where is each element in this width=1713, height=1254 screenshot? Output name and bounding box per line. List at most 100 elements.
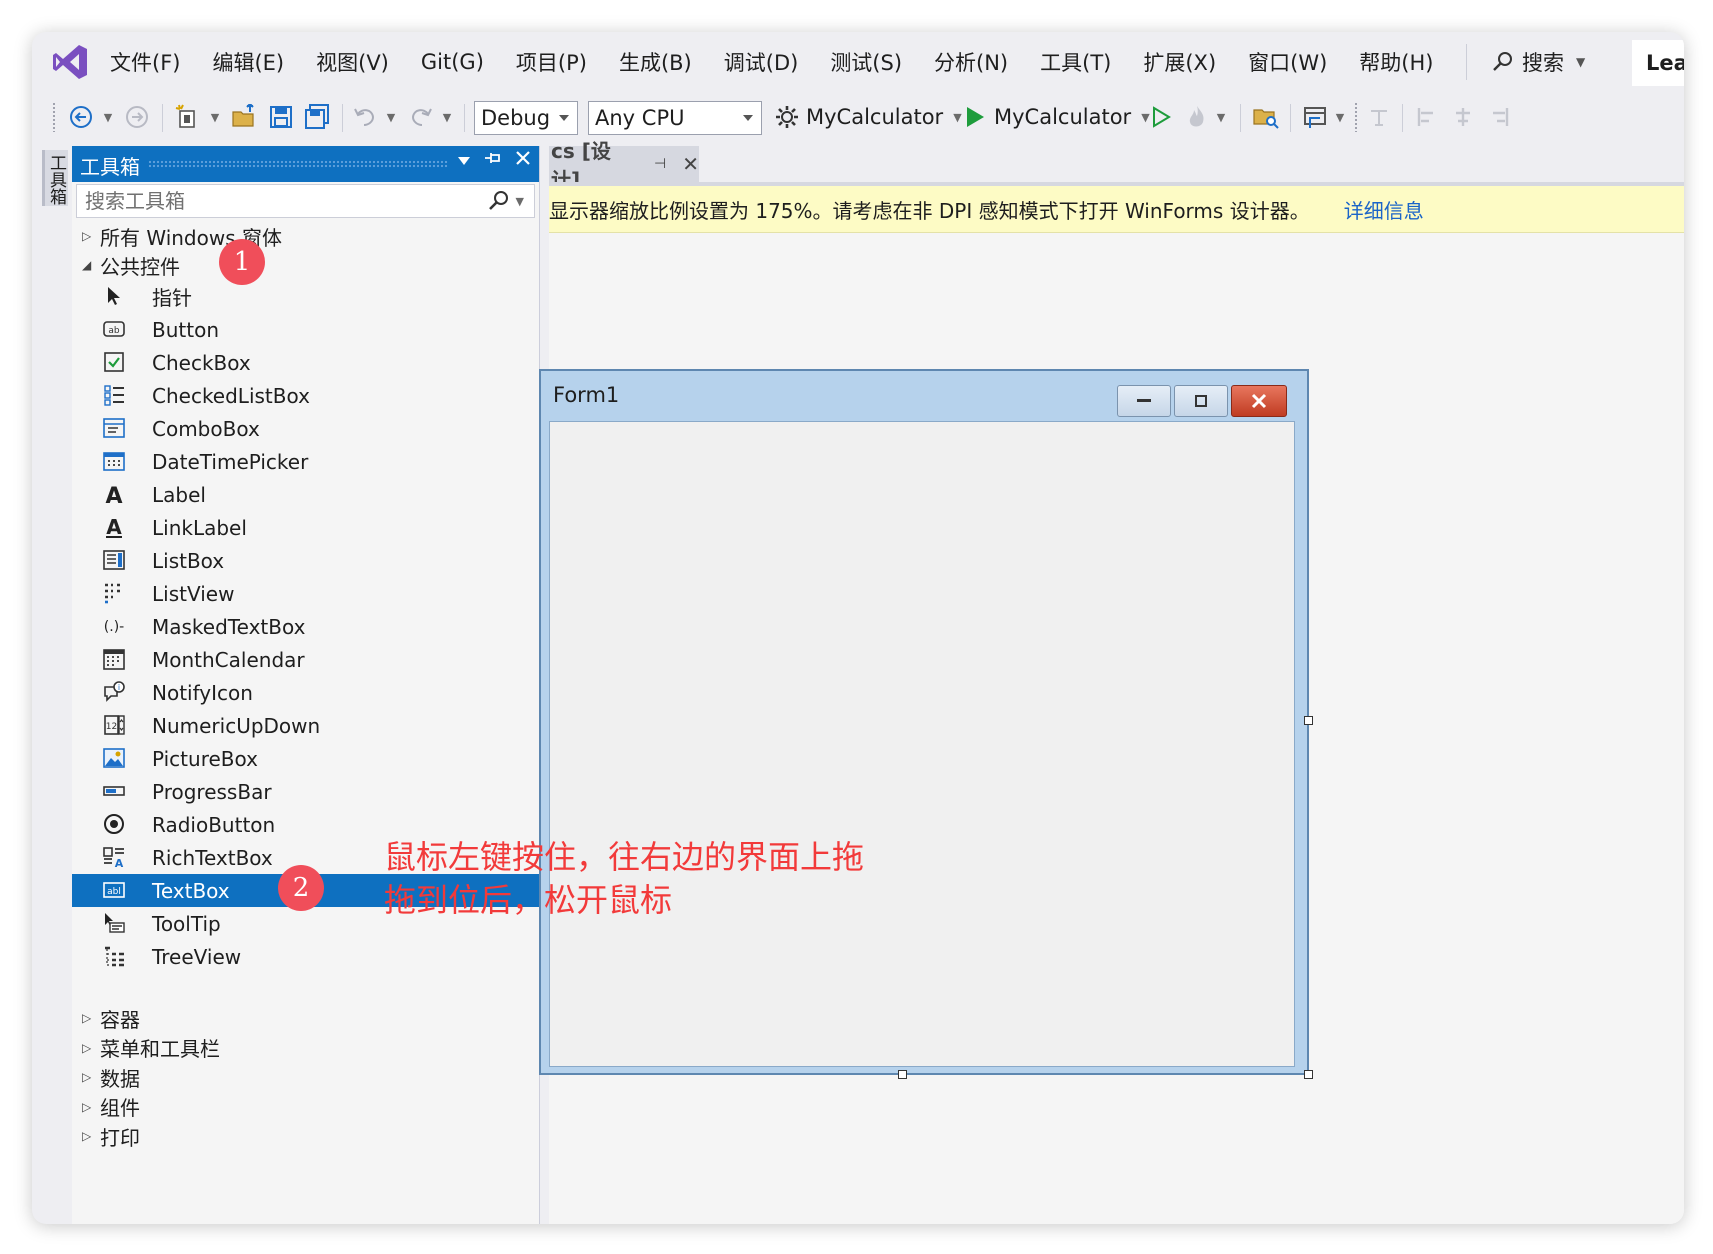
undo-dropdown[interactable]: ▼	[382, 100, 400, 134]
svg-text:i: i	[118, 683, 120, 692]
menu-item-6[interactable]: 调试(D)	[708, 47, 815, 77]
search-options[interactable]: ▼	[488, 190, 524, 212]
toolbox-item-month-calendar[interactable]: MonthCalendar	[72, 643, 539, 676]
browser-link-button[interactable]	[1298, 100, 1332, 134]
toolbox-item-checked-list-box[interactable]: CheckedListBox	[72, 379, 539, 412]
toolbox-item-date-time-picker[interactable]: DateTimePicker	[72, 445, 539, 478]
open-file-button[interactable]	[228, 100, 262, 134]
menu-item-8[interactable]: 分析(N)	[918, 47, 1024, 77]
hot-reload-dropdown[interactable]: ▼	[1212, 100, 1230, 134]
toolbox-search-input[interactable]	[83, 185, 477, 217]
toolbox-item-checkbox[interactable]: CheckBox	[72, 346, 539, 379]
toolbox-item-label[interactable]: A Label	[72, 478, 539, 511]
redo-dropdown[interactable]: ▼	[438, 100, 456, 134]
account-badge[interactable]: Lea	[1632, 40, 1684, 86]
menu-item-1[interactable]: 编辑(E)	[196, 47, 300, 77]
toolbox-item-combo-box[interactable]: ComboBox	[72, 412, 539, 445]
toolbar-grip[interactable]	[52, 102, 56, 132]
close-icon[interactable]	[515, 150, 531, 171]
resize-handle-bottom[interactable]	[898, 1070, 907, 1079]
toolbox-category-0[interactable]: ▷ 容器	[82, 1004, 140, 1032]
chevron-down-icon: ▼	[515, 194, 524, 208]
navigate-forward-button[interactable]	[120, 100, 154, 134]
toolbox-item-button[interactable]: ab Button	[72, 313, 539, 346]
hot-reload-button[interactable]	[1182, 100, 1212, 134]
new-project-button[interactable]	[170, 100, 206, 134]
toolbox-item-label: ComboBox	[152, 416, 260, 441]
menu-item-12[interactable]: 帮助(H)	[1343, 47, 1449, 77]
tooltip-icon	[102, 911, 126, 935]
document-tab-strip: cs [设计] ⊣ ✕	[549, 139, 1684, 192]
menu-item-7[interactable]: 测试(S)	[814, 47, 918, 77]
designer-form[interactable]: Form1	[539, 369, 1309, 1075]
toolbox-category-4[interactable]: ▷ 打印	[82, 1122, 140, 1150]
window-position-dropdown-icon[interactable]	[457, 150, 471, 171]
category-label: 数据	[100, 1066, 140, 1091]
toolbox-item-notify-icon[interactable]: i NotifyIcon	[72, 676, 539, 709]
toolbox-item-picture-box[interactable]: PictureBox	[72, 742, 539, 775]
toolbox-category-3[interactable]: ▷ 组件	[82, 1093, 140, 1121]
info-details-link[interactable]: 详细信息	[1344, 195, 1424, 224]
back-dropdown[interactable]: ▼	[98, 100, 118, 134]
solution-configuration-select[interactable]: Debug	[474, 101, 578, 135]
menu-item-4[interactable]: 项目(P)	[500, 47, 603, 77]
global-search[interactable]: 搜索 ▼	[1492, 42, 1585, 82]
toolbox-category-1[interactable]: ▷ 菜单和工具栏	[82, 1034, 220, 1062]
align-centers-button[interactable]	[1448, 100, 1478, 134]
gear-icon	[776, 106, 798, 128]
align-lefts-button[interactable]	[1412, 100, 1442, 134]
menu-item-9[interactable]: 工具(T)	[1024, 47, 1127, 77]
visual-studio-logo-icon[interactable]	[50, 42, 90, 82]
resize-handle-right[interactable]	[1304, 716, 1313, 725]
toolbox-category-2[interactable]: ▷ 数据	[82, 1063, 140, 1091]
pin-icon[interactable]	[483, 150, 503, 171]
menu-item-3[interactable]: Git(G)	[405, 50, 500, 74]
category-common-controls[interactable]: ◢ 公共控件	[82, 251, 180, 279]
menu-item-10[interactable]: 扩展(X)	[1127, 47, 1232, 77]
toolbox-item-numeric-up-down[interactable]: 12 NumericUpDown	[72, 709, 539, 742]
navigate-back-button[interactable]	[64, 100, 98, 134]
start-debugging-button[interactable]: MyCalculator ▼	[964, 100, 1150, 134]
save-button[interactable]	[264, 100, 298, 134]
toolbox-item-list-box[interactable]: ListBox	[72, 544, 539, 577]
toolbar-grip[interactable]	[1354, 102, 1358, 132]
toolbox-item-pointer[interactable]: 指针	[72, 280, 539, 313]
toolbox-item-list-view[interactable]: ListView	[72, 577, 539, 610]
close-tab-icon[interactable]: ✕	[682, 152, 699, 176]
combo-box-icon	[102, 416, 126, 440]
new-project-dropdown[interactable]: ▼	[206, 100, 224, 134]
redo-button[interactable]	[404, 100, 438, 134]
toolbox-title-bar[interactable]: 工具箱	[72, 146, 539, 182]
undo-button[interactable]	[348, 100, 382, 134]
save-all-button[interactable]	[300, 100, 334, 134]
form-client-area[interactable]	[549, 421, 1295, 1067]
menu-item-2[interactable]: 视图(V)	[300, 47, 405, 77]
svg-text:A: A	[115, 857, 124, 869]
form-maximize-button	[1174, 385, 1228, 417]
align-rights-button[interactable]	[1484, 100, 1514, 134]
pin-icon[interactable]: ⊣	[654, 156, 666, 172]
resize-handle-bottom-right[interactable]	[1304, 1070, 1313, 1079]
menu-item-11[interactable]: 窗口(W)	[1232, 47, 1343, 77]
toolbox-item-tree-view[interactable]: TreeView	[72, 940, 539, 973]
tab-form1-design[interactable]: cs [设计] ⊣ ✕	[549, 139, 699, 192]
toolbox-item-label: MonthCalendar	[152, 647, 305, 672]
menu-item-0[interactable]: 文件(F)	[94, 47, 196, 77]
toolbox-side-tab[interactable]: 工具箱	[42, 150, 68, 206]
toolbox-item-masked-text-box[interactable]: (.)- MaskedTextBox	[72, 610, 539, 643]
visual-studio-window: 文件(F) 编辑(E) 视图(V) Git(G) 项目(P) 生成(B) 调试(D) 测试(S…	[32, 32, 1684, 1224]
rich-text-box-icon: A	[102, 845, 126, 869]
form-designer-surface[interactable]: Form1	[539, 233, 1684, 1224]
start-without-debugging-button[interactable]	[1146, 100, 1176, 134]
tree-view-icon	[102, 944, 126, 968]
menu-item-5[interactable]: 生成(B)	[603, 47, 708, 77]
solution-platform-select[interactable]: Any CPU	[588, 101, 762, 135]
toolbox-item-progress-bar[interactable]: ProgressBar	[72, 775, 539, 808]
toolbox-item-link-label[interactable]: A LinkLabel	[72, 511, 539, 544]
new-project-icon	[175, 104, 195, 128]
find-in-files-button[interactable]	[1248, 100, 1284, 134]
layout-toolbar-button-1[interactable]	[1364, 100, 1394, 134]
browser-link-dropdown[interactable]: ▼	[1332, 100, 1348, 134]
startup-project-select[interactable]: MyCalculator ▼	[774, 100, 962, 134]
chevron-down-icon: ▼	[386, 110, 396, 124]
